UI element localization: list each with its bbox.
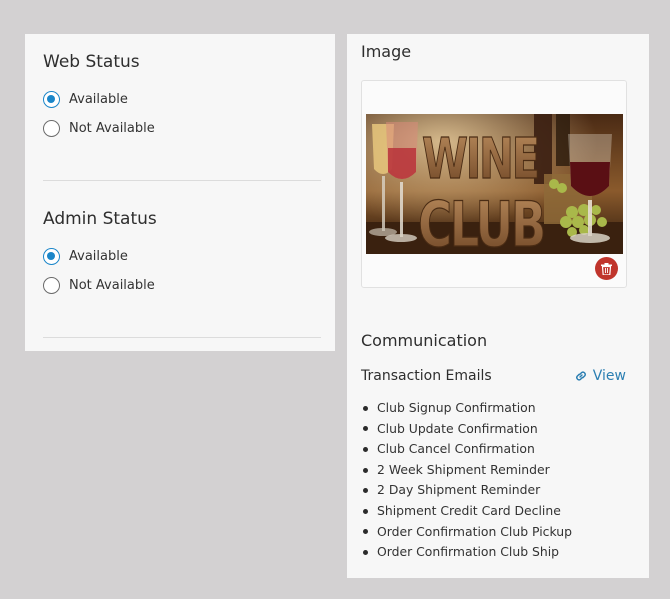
bullet [363, 488, 368, 494]
web-status-available-radio[interactable] [43, 91, 60, 108]
trash-icon [601, 262, 612, 275]
image-text-wine: WINE [422, 127, 538, 192]
link-icon [575, 371, 586, 381]
email-name: Club Signup Confirmation [377, 400, 536, 415]
admin-status-available-label: Available [69, 249, 128, 264]
email-name: Club Update Confirmation [377, 420, 538, 436]
admin-status-available-radio[interactable] [43, 248, 60, 265]
wine-club-image: WINE CLUB [366, 114, 623, 254]
admin-status-not-available-label: Not Available [69, 278, 155, 293]
image-section-title: Image [361, 42, 412, 61]
list-item: Order Confirmation Club Ship [363, 542, 572, 563]
bullet [363, 529, 368, 535]
list-item: 2 Day Shipment Reminder [363, 480, 572, 501]
divider [43, 337, 321, 338]
admin-status-available-option[interactable]: Available [43, 248, 128, 265]
email-name: 2 Week Shipment Reminder [377, 461, 550, 477]
web-status-not-available-label: Not Available [69, 121, 155, 136]
list-item: Club Signup Confirmation [363, 398, 572, 419]
list-item: Club Cancel Confirmation [363, 439, 572, 460]
email-name: Shipment Credit Card Decline [377, 502, 561, 518]
email-name: Order Confirmation Club Ship [377, 544, 560, 560]
list-item: 2 Week Shipment Reminder [363, 460, 572, 481]
bullet [363, 446, 368, 452]
admin-status-not-available-option[interactable]: Not Available [43, 277, 155, 294]
bullet [363, 405, 368, 411]
web-status-available-label: Available [69, 92, 128, 107]
communication-title: Communication [361, 331, 488, 350]
list-item: Club Update Confirmation [363, 419, 572, 440]
bullet [363, 508, 368, 514]
image-text-club: CLUB [418, 188, 544, 254]
image-preview-box: WINE CLUB [361, 80, 627, 288]
divider [43, 180, 321, 181]
bullet [363, 549, 368, 555]
web-status-not-available-radio[interactable] [43, 120, 60, 137]
web-status-title: Web Status [43, 52, 140, 72]
view-label[interactable]: View [593, 368, 626, 384]
transaction-emails-subtitle: Transaction Emails [361, 368, 492, 384]
email-name: 2 Day Shipment Reminder [377, 482, 541, 498]
delete-image-button[interactable] [595, 257, 618, 280]
bullet [363, 426, 368, 432]
email-name: Order Confirmation Club Pickup [377, 523, 572, 539]
list-item: Order Confirmation Club Pickup [363, 522, 572, 543]
view-link[interactable]: View [574, 368, 626, 384]
admin-status-title: Admin Status [43, 209, 157, 229]
status-panel: Web Status Available Not Available Admin… [25, 34, 335, 351]
list-item: Shipment Credit Card Decline [363, 501, 572, 522]
image-communication-panel: Image WINE CLUB Communication Transactio… [347, 34, 649, 578]
email-name: Club Cancel Confirmation [377, 441, 535, 457]
web-status-not-available-option[interactable]: Not Available [43, 120, 155, 137]
transaction-email-list: Club Signup Confirmation Club Update Con… [363, 398, 572, 563]
admin-status-not-available-radio[interactable] [43, 277, 60, 294]
bullet [363, 467, 368, 473]
web-status-available-option[interactable]: Available [43, 91, 128, 108]
